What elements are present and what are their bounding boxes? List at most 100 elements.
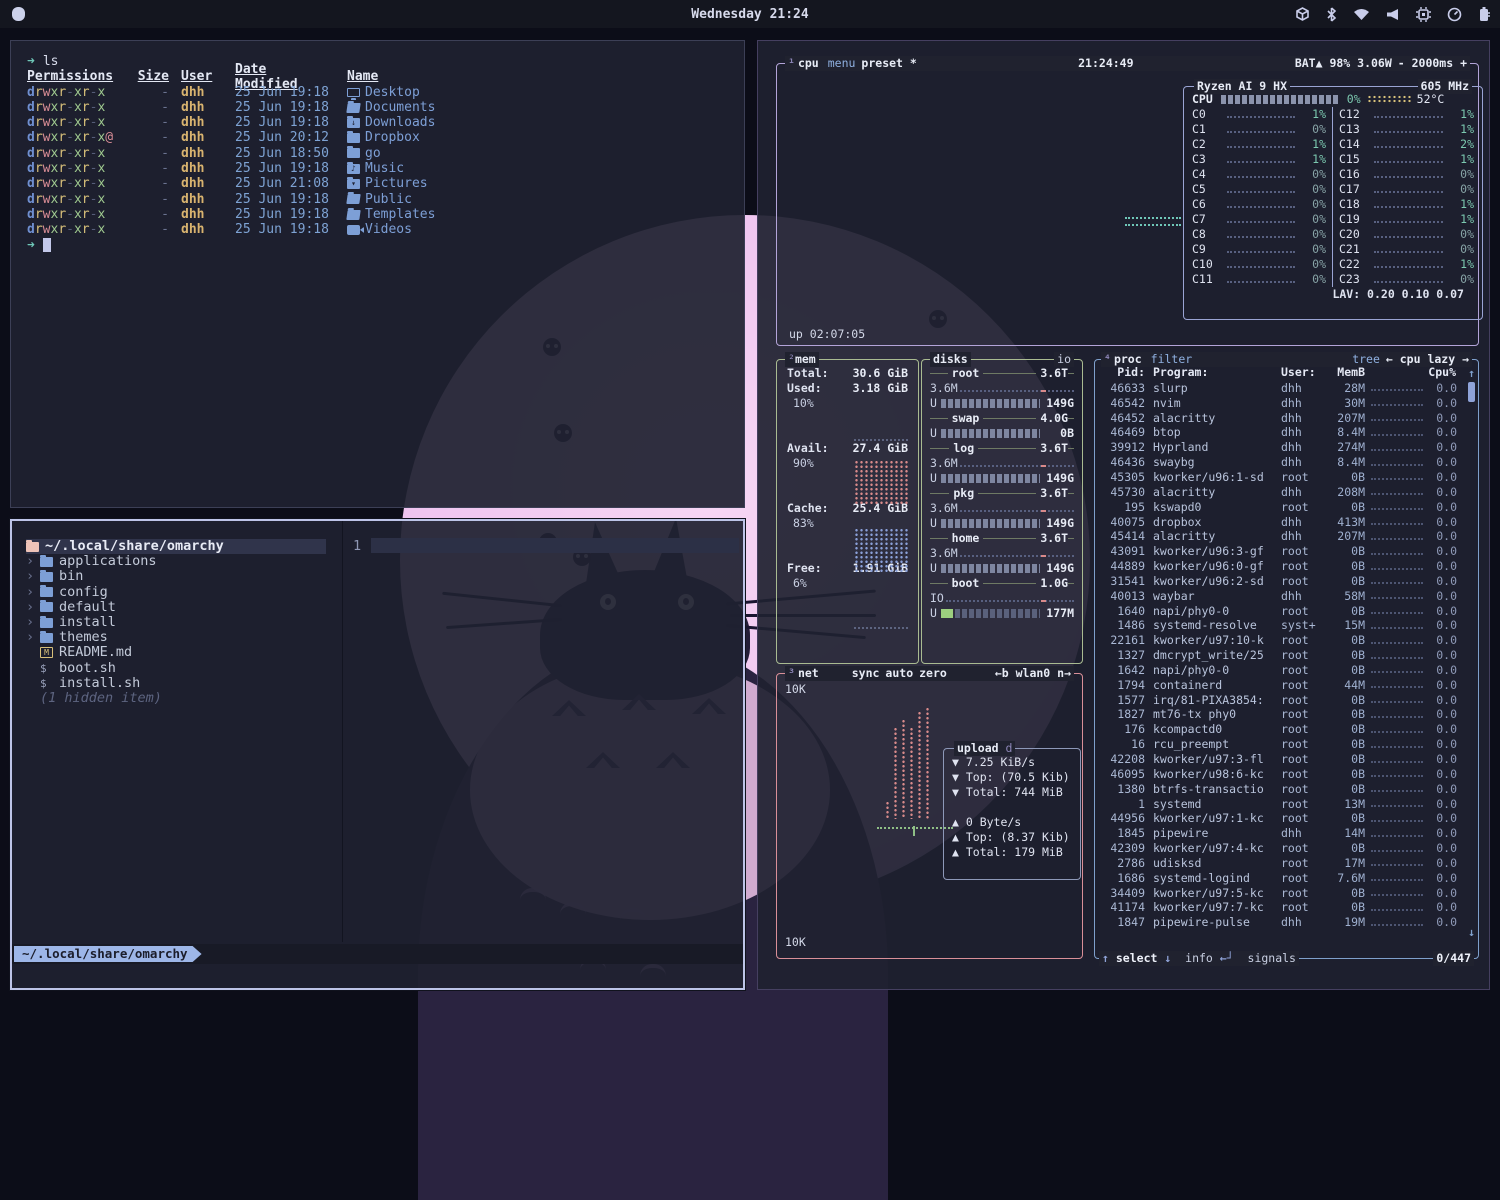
process-row[interactable]: 1642 napi/phy0-0 root 0B 0.0 xyxy=(1103,663,1470,678)
process-row[interactable]: 16 rcu_preempt root 0B 0.0 xyxy=(1103,737,1470,752)
net-zero-toggle[interactable]: zero xyxy=(916,666,950,681)
core-row: C0 1% xyxy=(1192,107,1326,122)
process-row[interactable]: 40075 dropbox dhh 413M 0.0 xyxy=(1103,515,1470,530)
process-row[interactable]: 44956 kworker/u97:1-kc root 0B 0.0 xyxy=(1103,811,1470,826)
tree-item[interactable]: › install xyxy=(26,615,332,630)
process-row[interactable]: 46542 nvim dhh 30M 0.0 xyxy=(1103,396,1470,411)
core-row: C19 1% xyxy=(1339,212,1474,227)
process-row[interactable]: 34409 kworker/u97:5-kc root 0B 0.0 xyxy=(1103,886,1470,901)
process-row[interactable]: 195 kswapd0 root 0B 0.0 xyxy=(1103,500,1470,515)
process-row[interactable]: 46436 swaybg dhh 8.4M 0.0 xyxy=(1103,455,1470,470)
current-line-highlight xyxy=(371,538,739,553)
battery-icon[interactable] xyxy=(1478,6,1490,22)
proc-scrollbar[interactable] xyxy=(1468,382,1475,402)
prompt-line[interactable]: ➜ xyxy=(27,238,728,253)
process-row[interactable]: 1380 btrfs-transactio root 0B 0.0 xyxy=(1103,782,1470,797)
process-row[interactable]: 46095 kworker/u98:6-kc root 0B 0.0 xyxy=(1103,767,1470,782)
preset-button[interactable]: preset * xyxy=(858,56,919,71)
core-row: C22 1% xyxy=(1339,257,1474,272)
editor-buffer[interactable]: 1 xyxy=(343,521,743,942)
tree-item[interactable]: › applications xyxy=(26,554,332,569)
col-size: Size xyxy=(137,69,169,84)
core-usage-graph xyxy=(1227,231,1295,238)
process-row[interactable]: 40013 waybar dhh 58M 0.0 xyxy=(1103,589,1470,604)
process-row[interactable]: 45414 alacritty dhh 207M 0.0 xyxy=(1103,529,1470,544)
info-key[interactable]: info xyxy=(1185,951,1213,965)
btop-window[interactable]: ¹cpu menu preset * 21:24:49 BAT▲ 98% 3.0… xyxy=(757,40,1490,990)
process-row[interactable]: 42208 kworker/u97:3-fl root 0B 0.0 xyxy=(1103,752,1470,767)
process-cpu-graph xyxy=(1371,430,1423,436)
tree-item[interactable]: › bin xyxy=(26,569,332,584)
scroll-up-indicator[interactable]: ↑ xyxy=(1468,366,1475,381)
core-row: C17 0% xyxy=(1339,182,1474,197)
process-row[interactable]: 2786 udisksd root 17M 0.0 xyxy=(1103,856,1470,871)
core-row: C20 0% xyxy=(1339,227,1474,242)
process-row[interactable]: 176 kcompactd0 root 0B 0.0 xyxy=(1103,722,1470,737)
wifi-icon[interactable] xyxy=(1353,8,1370,21)
tree-item[interactable]: install.sh xyxy=(26,676,332,691)
upload-stat: ▲ Top: (8.37 Kib) xyxy=(952,830,1072,845)
process-cpu-graph xyxy=(1371,816,1423,822)
process-row[interactable]: 1486 systemd-resolve syst+ 15M 0.0 xyxy=(1103,619,1470,634)
process-row[interactable]: 45305 kworker/u96:1-sd root 0B 0.0 xyxy=(1103,470,1470,485)
process-cpu-graph xyxy=(1371,831,1423,837)
process-row[interactable]: 44889 kworker/u96:0-gf root 0B 0.0 xyxy=(1103,559,1470,574)
proc-tree-toggle[interactable]: tree xyxy=(1349,352,1383,367)
interval-control[interactable]: - 2000ms + xyxy=(1395,56,1470,71)
proc-sort-control[interactable]: ← cpu lazy → xyxy=(1383,352,1472,367)
process-row[interactable]: 1794 containerd root 44M 0.0 xyxy=(1103,678,1470,693)
tab-cpu[interactable]: ¹cpu xyxy=(785,56,825,71)
net-auto-toggle[interactable]: auto xyxy=(882,666,916,681)
process-cpu-graph xyxy=(1371,608,1423,614)
process-row[interactable]: 46469 btop dhh 8.4M 0.0 xyxy=(1103,426,1470,441)
proc-title: ⁴proc xyxy=(1101,352,1148,367)
gauge-icon[interactable] xyxy=(1447,7,1462,22)
process-cpu-graph xyxy=(1371,667,1423,673)
process-row[interactable]: 46452 alacritty dhh 207M 0.0 xyxy=(1103,411,1470,426)
ls-row: drwxr-xr-x - dhh 25 Jun 21:08 Pictures xyxy=(27,176,728,191)
tree-item[interactable]: › themes xyxy=(26,630,332,645)
process-row[interactable]: 1845 pipewire dhh 14M 0.0 xyxy=(1103,826,1470,841)
proc-filter-button[interactable]: filter xyxy=(1148,352,1196,367)
terminal-window-ls[interactable]: ➜ ls Permissions Size User Date Modified… xyxy=(10,40,745,508)
tree-item[interactable]: README.md xyxy=(26,645,332,660)
prompt-arrow-icon: ➜ xyxy=(27,54,35,69)
tree-root[interactable]: ~/.local/share/omarchy xyxy=(26,539,326,554)
process-row[interactable]: 1577 irq/81-PIXA3854: root 0B 0.0 xyxy=(1103,693,1470,708)
tree-item[interactable]: › config xyxy=(26,585,332,600)
tree-item[interactable]: › default xyxy=(26,600,332,615)
process-row[interactable]: 46633 slurp dhh 28M 0.0 xyxy=(1103,381,1470,396)
ls-row: drwxr-xr-x - dhh 25 Jun 19:18 Templates xyxy=(27,207,728,222)
process-row[interactable]: 1327 dmcrypt_write/25 root 0B 0.0 xyxy=(1103,648,1470,663)
process-row[interactable]: 31541 kworker/u96:2-sd root 0B 0.0 xyxy=(1103,574,1470,589)
process-row[interactable]: 1640 napi/phy0-0 root 0B 0.0 xyxy=(1103,604,1470,619)
core-row: C16 0% xyxy=(1339,167,1474,182)
package-icon[interactable] xyxy=(1295,7,1310,21)
process-row[interactable]: 43091 kworker/u96:3-gf root 0B 0.0 xyxy=(1103,544,1470,559)
process-cpu-graph xyxy=(1371,905,1423,911)
tree-item[interactable]: boot.sh xyxy=(26,661,332,676)
scroll-down-indicator[interactable]: ↓ xyxy=(1468,925,1475,940)
btop-clock: 21:24:49 xyxy=(1075,56,1136,71)
process-row[interactable]: 1827 mt76-tx phy0 root 0B 0.0 xyxy=(1103,708,1470,723)
signals-key[interactable]: signals xyxy=(1248,951,1296,965)
process-row[interactable]: 1 systemd root 13M 0.0 xyxy=(1103,797,1470,812)
process-row[interactable]: 41174 kworker/u97:7-kc root 0B 0.0 xyxy=(1103,901,1470,916)
menu-button[interactable]: menu xyxy=(825,56,859,71)
process-row[interactable]: 45730 alacritty dhh 208M 0.0 xyxy=(1103,485,1470,500)
net-interface[interactable]: ←b wlan0 n→ xyxy=(992,666,1074,681)
file-name: Dropbox xyxy=(347,130,420,145)
bluetooth-icon[interactable] xyxy=(1326,7,1337,22)
disks-io-toggle[interactable]: io xyxy=(1054,352,1074,367)
select-key[interactable]: select xyxy=(1116,951,1158,965)
chip-icon[interactable] xyxy=(1416,7,1431,22)
editor-window[interactable]: ~/.local/share/omarchy › applications › … xyxy=(10,519,745,990)
process-row[interactable]: 42309 kworker/u97:4-kc root 0B 0.0 xyxy=(1103,841,1470,856)
process-row[interactable]: 1847 pipewire-pulse dhh 19M 0.0 xyxy=(1103,915,1470,930)
folder-icon xyxy=(347,118,360,128)
net-sync-toggle[interactable]: sync xyxy=(849,666,883,681)
process-row[interactable]: 22161 kworker/u97:10-k root 0B 0.0 xyxy=(1103,633,1470,648)
volume-icon[interactable] xyxy=(1386,8,1400,21)
process-row[interactable]: 39912 Hyprland dhh 274M 0.0 xyxy=(1103,440,1470,455)
process-row[interactable]: 1686 systemd-logind root 7.6M 0.0 xyxy=(1103,871,1470,886)
